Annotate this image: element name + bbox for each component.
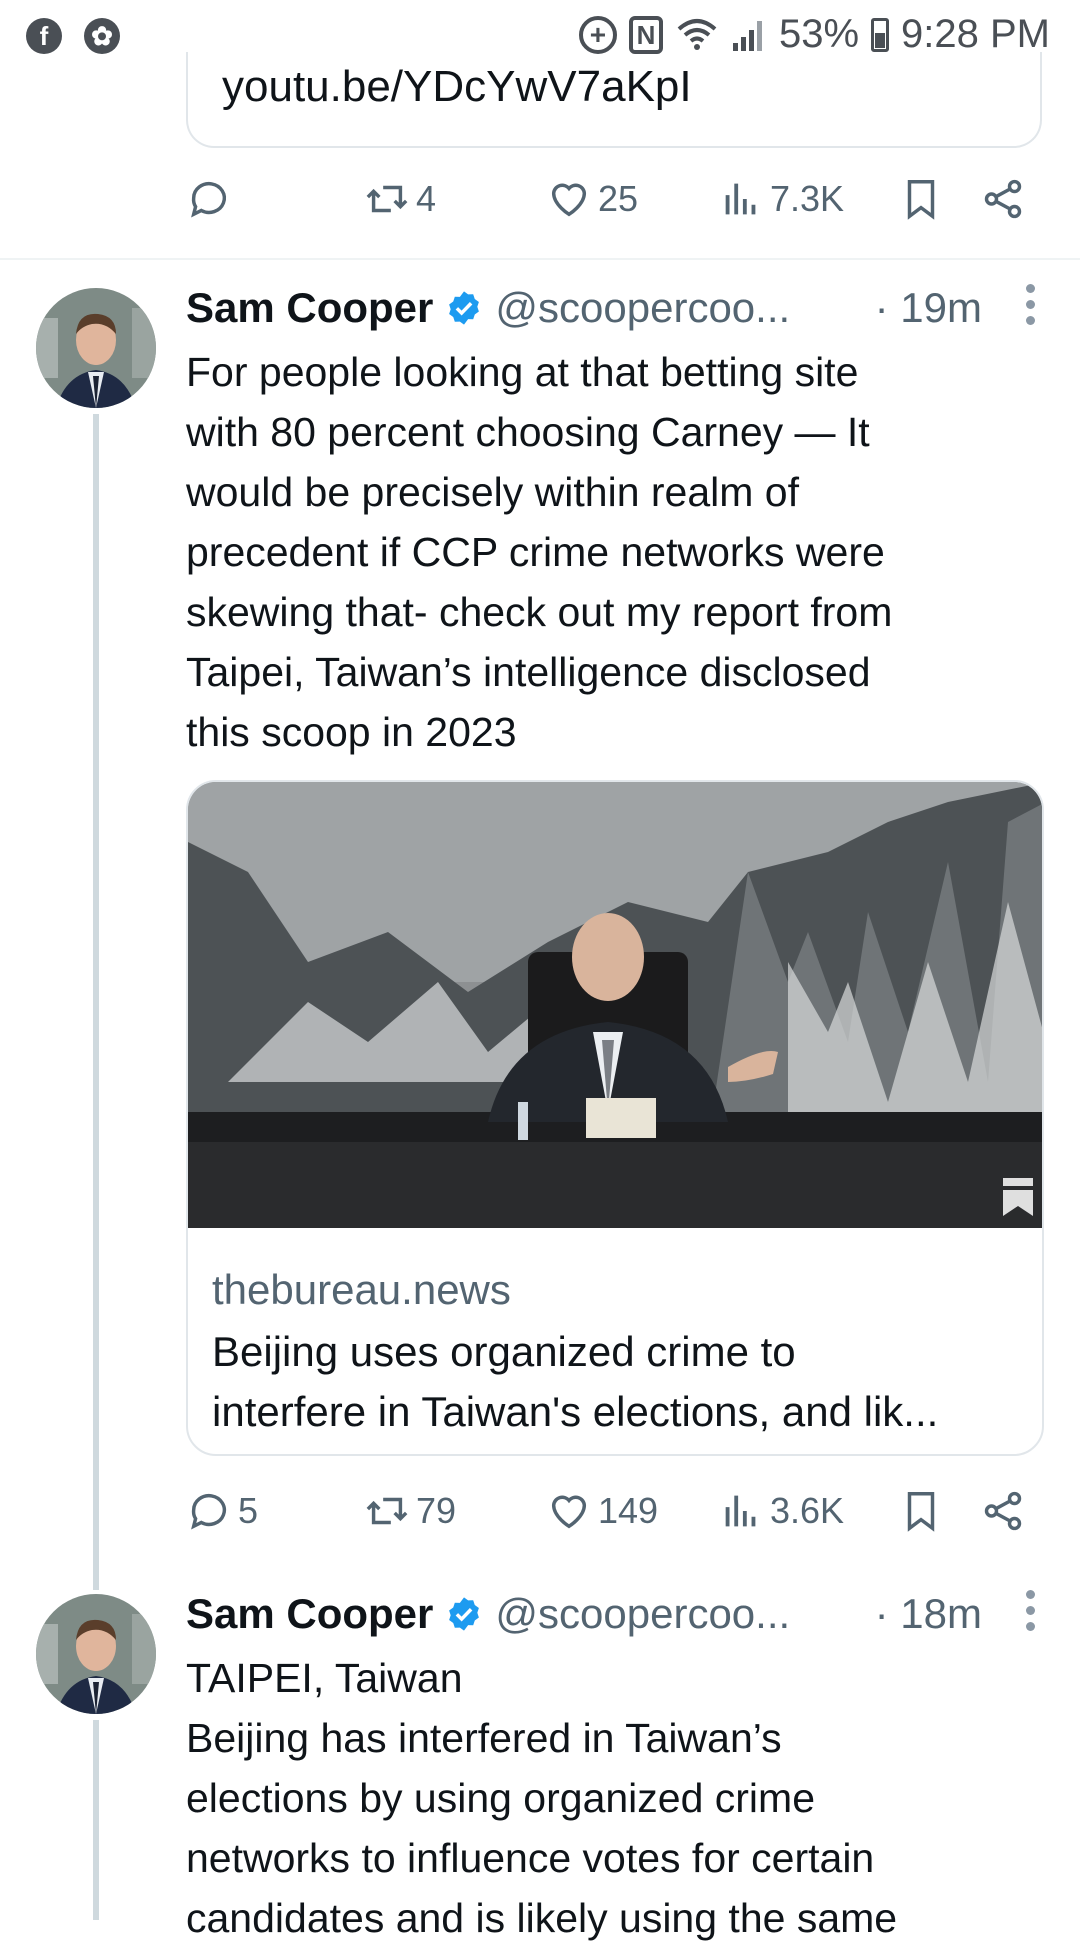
views-icon xyxy=(725,183,756,215)
share-button[interactable] xyxy=(980,176,1026,222)
retweet-button[interactable]: 79 xyxy=(364,1488,456,1534)
reply-button[interactable] xyxy=(186,176,238,222)
heart-icon xyxy=(551,1495,587,1529)
like-count: 25 xyxy=(598,178,639,219)
author-handle[interactable]: @scoopercoo... xyxy=(495,284,790,332)
views-button[interactable]: 3.6K xyxy=(718,1488,844,1534)
verified-badge-icon xyxy=(449,291,480,325)
previous-link-card[interactable]: youtu.be/YDcYwV7aKpI xyxy=(186,52,1042,148)
views-button[interactable]: 7.3K xyxy=(718,176,844,222)
reply-count: 5 xyxy=(238,1490,259,1531)
retweet-count: 79 xyxy=(416,1490,457,1531)
tweet-header: Sam Cooper @scoopercoo... · 19m xyxy=(186,280,1046,336)
nfc-icon: N xyxy=(628,15,663,54)
more-options-button[interactable] xyxy=(1026,1590,1036,1631)
author-handle[interactable]: @scoopercoo... xyxy=(495,1590,790,1638)
battery-percent: 53% xyxy=(778,12,860,56)
like-button[interactable]: 149 xyxy=(546,1488,658,1534)
reply-button[interactable]: 5 xyxy=(186,1488,258,1534)
avatar-photo xyxy=(36,288,156,408)
share-button[interactable] xyxy=(980,1488,1026,1534)
heart-icon xyxy=(551,183,587,217)
share-icon xyxy=(984,179,1022,219)
tweet-time[interactable]: · 18m xyxy=(875,1590,982,1638)
reply-icon xyxy=(191,182,227,218)
views-icon xyxy=(725,1495,756,1527)
retweet-count: 4 xyxy=(416,178,437,219)
flower-icon: ✿ xyxy=(84,18,120,54)
signal-icon xyxy=(732,20,762,51)
like-count: 149 xyxy=(598,1490,659,1531)
author-name[interactable]: Sam Cooper xyxy=(186,284,433,332)
facebook-icon: f xyxy=(26,18,62,54)
thread-line xyxy=(93,414,99,1590)
card-title: Beijing uses organized crime to interfer… xyxy=(212,1328,939,1435)
reply-icon xyxy=(191,1494,227,1530)
views-count: 7.3K xyxy=(770,178,845,219)
battery-icon xyxy=(871,17,890,52)
tweet-text: TAIPEI, Taiwan Beijing has interfered in… xyxy=(186,1655,898,1941)
avatar-photo xyxy=(36,1594,156,1714)
retweet-icon xyxy=(366,185,408,213)
bookmark-button[interactable] xyxy=(898,1488,944,1534)
bookmark-button[interactable] xyxy=(898,176,944,222)
verified-badge-icon xyxy=(449,1597,480,1631)
author-name[interactable]: Sam Cooper xyxy=(186,1590,433,1638)
card-image xyxy=(188,782,1042,1228)
card-domain: thebureau.news xyxy=(212,1266,511,1313)
previous-tweet-actions: 4 25 7.3K xyxy=(186,176,1046,236)
tweet-text: For people looking at that betting site … xyxy=(186,349,893,755)
previous-link-text[interactable]: youtu.be/YDcYwV7aKpI xyxy=(222,62,692,112)
thread-line xyxy=(93,1720,99,1920)
tweet-divider xyxy=(0,258,1080,260)
avatar[interactable] xyxy=(36,1594,156,1714)
bookmark-icon xyxy=(907,1492,935,1532)
wifi-icon xyxy=(677,18,717,50)
views-count: 3.6K xyxy=(770,1490,845,1531)
tweet-time[interactable]: · 19m xyxy=(875,284,982,332)
add-circle-icon: + xyxy=(578,15,617,54)
avatar[interactable] xyxy=(36,288,156,408)
tweet-actions: 5 79 149 3.6K xyxy=(186,1488,1046,1548)
share-icon xyxy=(984,1491,1022,1531)
like-button[interactable]: 25 xyxy=(546,176,638,222)
bookmark-icon xyxy=(907,180,935,220)
more-options-button[interactable] xyxy=(1026,284,1036,325)
retweet-icon xyxy=(366,1497,408,1525)
clock: 9:28 PM xyxy=(901,12,1050,56)
retweet-button[interactable]: 4 xyxy=(364,176,436,222)
tweet-header: Sam Cooper @scoopercoo... · 18m xyxy=(186,1586,1046,1642)
link-card[interactable]: thebureau.news Beijing uses organized cr… xyxy=(186,780,1044,1456)
